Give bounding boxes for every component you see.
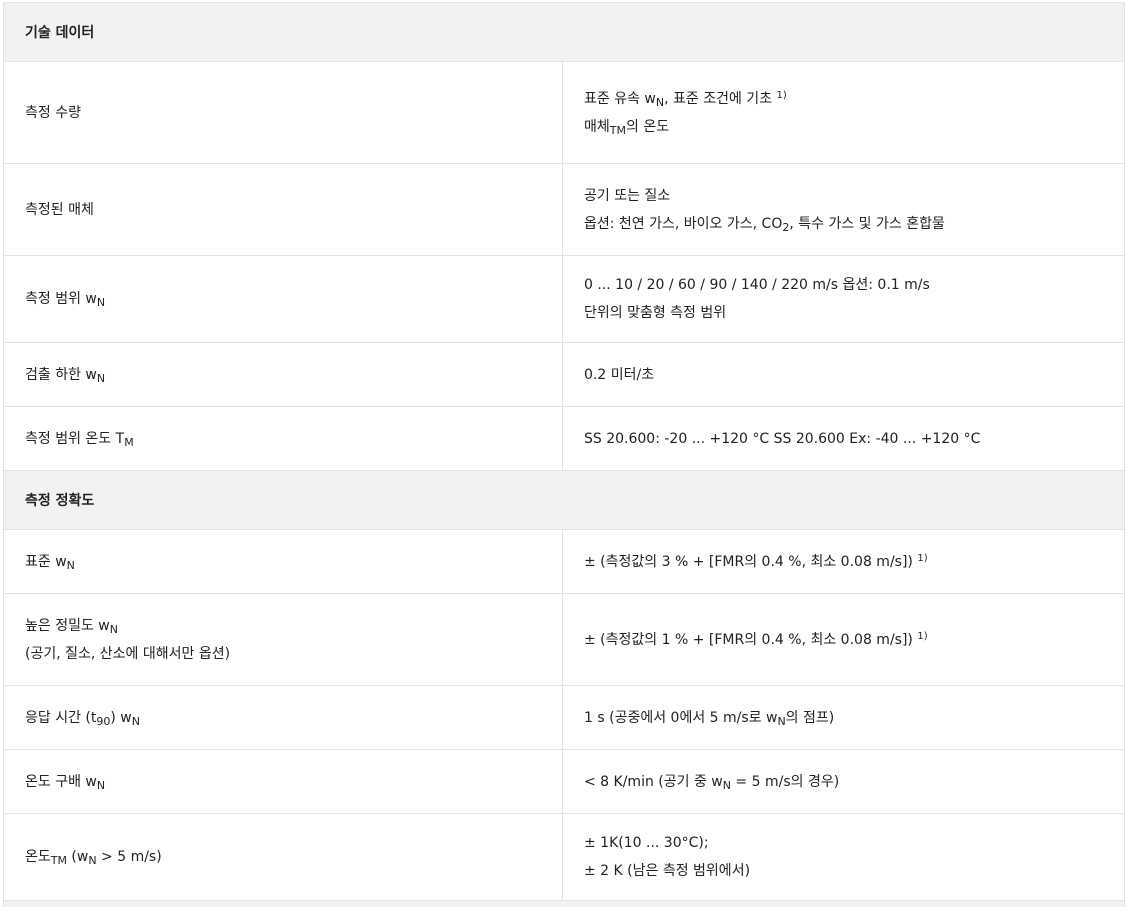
row-value: 1 s (공중에서 0에서 5 m/s로 wN의 점프) bbox=[584, 709, 835, 728]
row-value: ± (측정값의 1 % + [FMR의 0.4 %, 최소 0.08 m/s])… bbox=[584, 630, 928, 648]
row-label: 측정 범위 온도 TM bbox=[4, 407, 563, 470]
table-row: 온도TM (wN > 5 m/s) ± 1K(10 ... 30°C); ± 2… bbox=[4, 814, 1124, 901]
table-row: 높은 정밀도 wN (공기, 질소, 산소에 대해서만 옵션) ± (측정값의 … bbox=[4, 594, 1124, 686]
row-label: 측정 범위 wN bbox=[4, 256, 563, 342]
row-value: 0 ... 10 / 20 / 60 / 90 / 140 / 220 m/s … bbox=[584, 277, 930, 321]
row-value: 0.2 미터/초 bbox=[584, 366, 655, 383]
row-label: 온도TM (wN > 5 m/s) bbox=[4, 814, 563, 900]
section-title: 기술 데이터 bbox=[25, 25, 95, 41]
section-header-accuracy: 측정 정확도 bbox=[4, 471, 1124, 530]
row-label: 표준 wN bbox=[4, 530, 563, 593]
table-row: 응답 시간 (t90) wN 1 s (공중에서 0에서 5 m/s로 wN의 … bbox=[4, 686, 1124, 750]
row-label: 측정된 매체 bbox=[4, 164, 563, 255]
row-value: ± (측정값의 3 % + [FMR의 0.4 %, 최소 0.08 m/s])… bbox=[584, 552, 928, 570]
table-row: 측정된 매체 공기 또는 질소 옵션: 천연 가스, 바이오 가스, CO2, … bbox=[4, 164, 1124, 256]
row-value: 공기 또는 질소 옵션: 천연 가스, 바이오 가스, CO2, 특수 가스 및… bbox=[584, 187, 945, 234]
table-row: 검출 하한 wN 0.2 미터/초 bbox=[4, 343, 1124, 407]
table-row: 측정 수량 표준 유속 wN, 표준 조건에 기초 1) 매체TM의 온도 bbox=[4, 62, 1124, 164]
row-value: 표준 유속 wN, 표준 조건에 기초 1) 매체TM의 온도 bbox=[584, 89, 787, 137]
spec-table: 기술 데이터 측정 수량 표준 유속 wN, 표준 조건에 기초 1) 매체TM… bbox=[3, 2, 1125, 907]
row-value: SS 20.600: -20 ... +120 °C SS 20.600 Ex:… bbox=[584, 430, 981, 447]
row-value: ± 1K(10 ... 30°C); ± 2 K (남은 측정 범위에서) bbox=[584, 835, 751, 879]
table-row: 측정 범위 wN 0 ... 10 / 20 / 60 / 90 / 140 /… bbox=[4, 256, 1124, 343]
section-title: 측정 정확도 bbox=[25, 493, 95, 509]
row-label: 응답 시간 (t90) wN bbox=[4, 686, 563, 749]
table-footer-strip bbox=[4, 901, 1124, 907]
table-row: 측정 범위 온도 TM SS 20.600: -20 ... +120 °C S… bbox=[4, 407, 1124, 471]
row-label: 높은 정밀도 wN (공기, 질소, 산소에 대해서만 옵션) bbox=[4, 594, 563, 685]
section-header-technical-data: 기술 데이터 bbox=[4, 3, 1124, 62]
row-value: < 8 K/min (공기 중 wN = 5 m/s의 경우) bbox=[584, 773, 840, 792]
table-row: 표준 wN ± (측정값의 3 % + [FMR의 0.4 %, 최소 0.08… bbox=[4, 530, 1124, 594]
row-label: 온도 구배 wN bbox=[4, 750, 563, 813]
table-row: 온도 구배 wN < 8 K/min (공기 중 wN = 5 m/s의 경우) bbox=[4, 750, 1124, 814]
row-label: 측정 수량 bbox=[4, 62, 563, 163]
row-label: 검출 하한 wN bbox=[4, 343, 563, 406]
